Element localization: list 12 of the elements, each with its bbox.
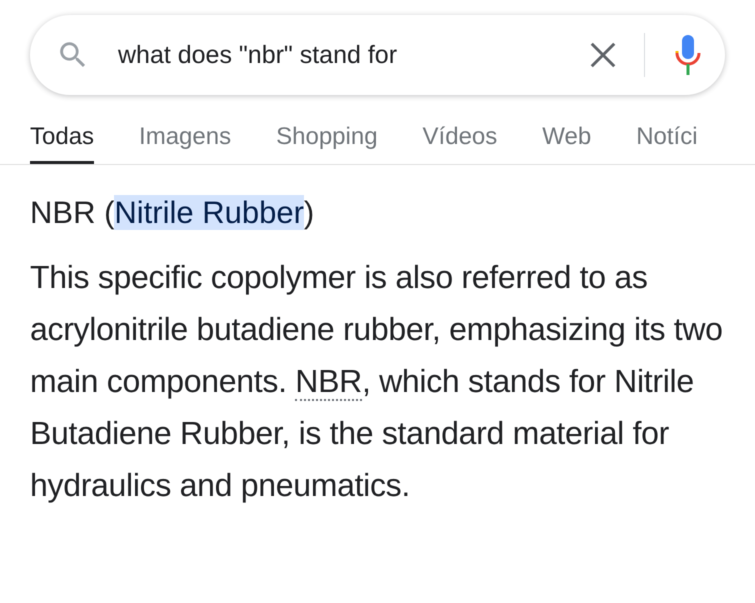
close-icon[interactable]: [588, 40, 618, 70]
search-tab[interactable]: Web: [542, 117, 592, 164]
search-tab[interactable]: Vídeos: [422, 117, 498, 164]
glossary-term[interactable]: NBR: [295, 363, 362, 401]
search-tab[interactable]: Todas: [30, 117, 94, 164]
answer-paragraph: This specific copolymer is also referred to as acrylonitrile butadiene rubber, emphasizing its two main components. NBR, which stands for Nitrile Butadiene Rubber, is the standard material for hydraulics and pneumatics.: [30, 258, 724, 505]
search-tab[interactable]: Shopping: [276, 117, 378, 164]
search-tab[interactable]: Notíci: [636, 117, 698, 164]
answer-heading: NBR (Nitrile Rubber): [30, 195, 316, 231]
search-field[interactable]: what does "nbr" stand for: [118, 40, 588, 70]
microphone-icon[interactable]: [675, 35, 701, 75]
search-tab[interactable]: Imagens: [139, 117, 232, 164]
